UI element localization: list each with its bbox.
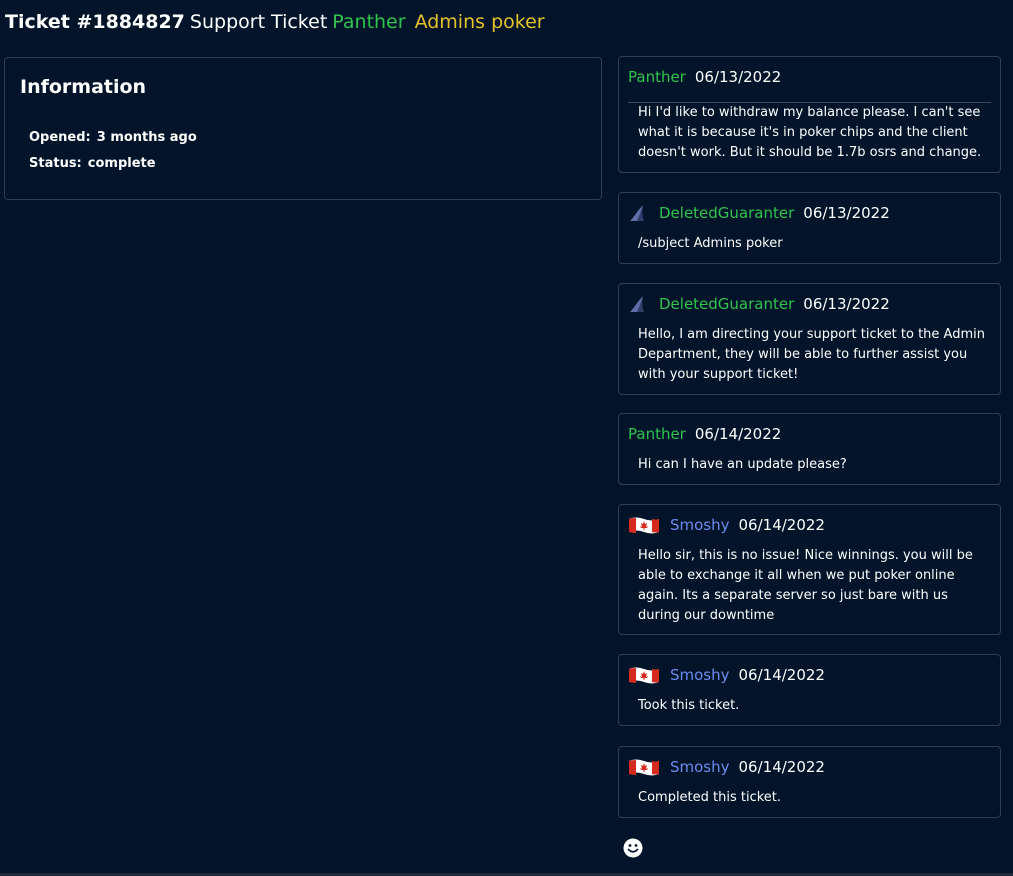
message-author[interactable]: Panther (628, 68, 686, 86)
information-heading: Information (20, 76, 147, 98)
canada-flag-icon (629, 517, 659, 534)
message-card: Smoshy 06/14/2022 Completed this ticket. (618, 746, 1001, 818)
page-title: Ticket #1884827 Support Ticket Panther Admi… (5, 10, 545, 34)
message-header: Smoshy 06/14/2022 (628, 515, 825, 535)
message-header: Smoshy 06/14/2022 (628, 757, 825, 777)
message-body: Hello sir, this is no issue! Nice winnin… (638, 548, 973, 623)
message-body: Hello, I am directing your support ticke… (638, 327, 985, 382)
message-card: Panther 06/14/2022 Hi can I have an upda… (618, 413, 1001, 485)
ticket-subject: Admins poker (414, 11, 545, 33)
status-label: Status: (29, 156, 82, 171)
ticket-id: Ticket #1884827 (5, 11, 185, 33)
shark-fin-icon (630, 296, 644, 312)
message-body: Took this ticket. (638, 698, 740, 713)
status-row: Status: complete (29, 156, 156, 171)
information-panel: Information Opened: 3 months ago Status: c… (4, 57, 602, 200)
canada-flag-icon (629, 667, 659, 684)
message-body: Hi I'd like to withdraw my balance pleas… (638, 105, 982, 160)
message-card: DeletedGuaranter 06/13/2022 Hello, I am … (618, 283, 1001, 395)
message-body: /subject Admins poker (638, 236, 783, 251)
message-date: 06/14/2022 (694, 425, 782, 443)
message-header: DeletedGuaranter 06/13/2022 (628, 203, 890, 223)
ticket-type: Support Ticket (189, 11, 328, 33)
message-author[interactable]: Smoshy (670, 666, 730, 684)
message-header: Smoshy 06/14/2022 (628, 665, 825, 685)
shark-fin-icon (630, 205, 644, 221)
message-date: 06/13/2022 (694, 68, 782, 86)
message-author[interactable]: Smoshy (670, 758, 730, 776)
message-body: Completed this ticket. (638, 790, 782, 805)
ticket-user-link[interactable]: Panther (332, 11, 405, 33)
status-value: complete (87, 156, 156, 171)
message-header: Panther 06/13/2022 (628, 67, 781, 87)
opened-label: Opened: (29, 130, 91, 145)
message-date: 06/14/2022 (738, 758, 825, 776)
message-card: Smoshy 06/14/2022 Hello sir, this is no … (618, 504, 1001, 635)
message-card: DeletedGuaranter 06/13/2022 /subject Adm… (618, 192, 1001, 264)
message-date: 06/13/2022 (803, 295, 890, 313)
message-author[interactable]: DeletedGuaranter (659, 204, 794, 222)
message-author[interactable]: Smoshy (670, 516, 730, 534)
message-author[interactable]: Panther (628, 425, 686, 443)
message-card: Panther 06/13/2022 Hi I'd like to withdr… (618, 56, 1001, 173)
ticket-page: Ticket #1884827 Support Ticket Panther Admi… (0, 0, 1013, 876)
message-header: Panther 06/14/2022 (628, 424, 781, 444)
message-date: 06/14/2022 (738, 516, 825, 534)
opened-row: Opened: 3 months ago (29, 130, 197, 145)
opened-value: 3 months ago (96, 130, 197, 145)
message-body: Hi can I have an update please? (638, 457, 847, 472)
message-author[interactable]: DeletedGuaranter (659, 295, 794, 313)
smiley-icon[interactable] (623, 838, 643, 858)
message-card: Smoshy 06/14/2022 Took this ticket. (618, 654, 1001, 726)
message-header: DeletedGuaranter 06/13/2022 (628, 294, 890, 314)
message-date: 06/14/2022 (738, 666, 825, 684)
canada-flag-icon (629, 759, 659, 776)
message-date: 06/13/2022 (803, 204, 890, 222)
